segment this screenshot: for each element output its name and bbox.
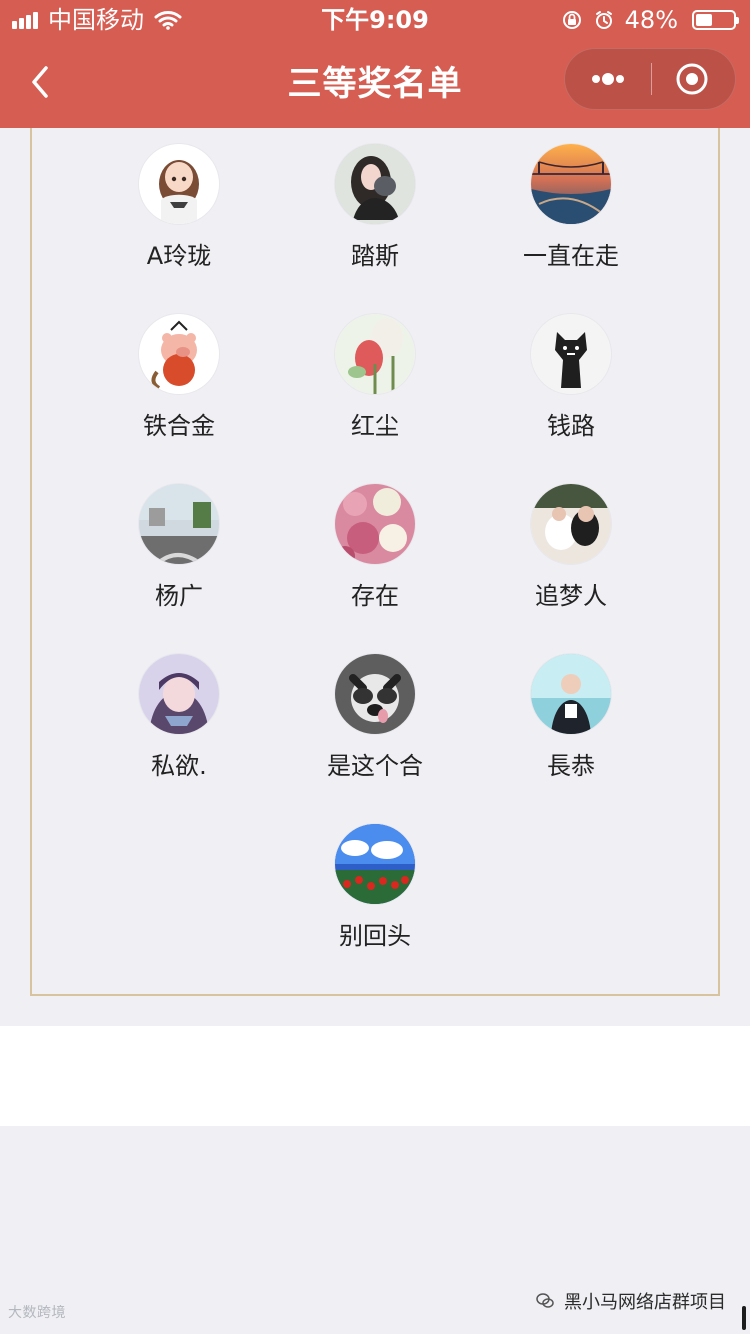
avatar xyxy=(531,314,611,394)
target-icon xyxy=(676,63,708,95)
winner-name: 存在 xyxy=(351,582,399,610)
winner-item: 一直在走 xyxy=(486,144,656,274)
winner-item: 存在 xyxy=(290,484,460,614)
right-watermark-text: 黑小马网络店群项目 xyxy=(564,1292,726,1313)
status-right: 48% xyxy=(561,0,739,40)
avatar xyxy=(531,654,611,734)
scroll-indicator xyxy=(742,1306,746,1330)
avatar xyxy=(531,144,611,224)
winner-name: 一直在走 xyxy=(523,242,619,270)
avatar xyxy=(335,654,415,734)
winner-list-box: A玲珑 踏斯 一直在走 铁合金 红尘 钱路 杨广 存在 追梦人 私欲. 是这个合… xyxy=(30,128,720,996)
winner-name: 長恭 xyxy=(547,752,595,780)
footer-band xyxy=(0,1026,750,1126)
winner-name: 私欲. xyxy=(151,752,207,780)
winner-name: 钱路 xyxy=(547,412,595,440)
avatar xyxy=(139,314,219,394)
wechat-icon xyxy=(536,1293,554,1308)
avatar xyxy=(335,824,415,904)
winner-item: 红尘 xyxy=(290,314,460,444)
mini-program-capsule xyxy=(564,48,736,110)
winner-item: 杨广 xyxy=(94,484,264,614)
alarm-icon xyxy=(595,11,612,29)
avatar xyxy=(335,484,415,564)
avatar xyxy=(335,144,415,224)
avatar xyxy=(139,484,219,564)
battery-icon xyxy=(692,10,739,30)
winner-item: 别回头 xyxy=(290,824,460,954)
avatar xyxy=(139,654,219,734)
battery-percent: 48% xyxy=(624,6,678,34)
right-watermark: 黑小马网络店群项目 xyxy=(534,1288,726,1314)
top-bar: 中国移动 下午9:09 48% 三等奖名单 xyxy=(0,0,750,128)
navigation-bar: 三等奖名单 xyxy=(0,40,750,128)
winner-name: 红尘 xyxy=(351,412,399,440)
close-button[interactable] xyxy=(649,49,735,109)
more-icon xyxy=(592,73,624,85)
winner-item: 私欲. xyxy=(94,654,264,784)
avatar xyxy=(531,484,611,564)
winner-name: 踏斯 xyxy=(351,242,399,270)
winner-item: 踏斯 xyxy=(290,144,460,274)
winner-name: 追梦人 xyxy=(535,582,607,610)
winner-item: 長恭 xyxy=(486,654,656,784)
winner-item: 钱路 xyxy=(486,314,656,444)
more-button[interactable] xyxy=(565,49,651,109)
winner-item: 铁合金 xyxy=(94,314,264,444)
avatar xyxy=(139,144,219,224)
winner-name: A玲珑 xyxy=(146,242,212,270)
winner-name: 杨广 xyxy=(155,582,203,610)
status-bar: 中国移动 下午9:09 48% xyxy=(0,0,750,40)
avatar xyxy=(335,314,415,394)
rotation-lock-icon xyxy=(562,11,581,29)
winner-name: 别回头 xyxy=(339,922,411,950)
winner-name: 是这个合 xyxy=(327,752,423,780)
winner-item: 追梦人 xyxy=(486,484,656,614)
winner-item: A玲珑 xyxy=(94,144,264,274)
winner-item: 是这个合 xyxy=(290,654,460,784)
content: A玲珑 踏斯 一直在走 铁合金 红尘 钱路 杨广 存在 追梦人 私欲. 是这个合… xyxy=(0,128,750,1334)
left-watermark: 大数跨境 xyxy=(8,1305,66,1321)
winner-name: 铁合金 xyxy=(143,412,215,440)
